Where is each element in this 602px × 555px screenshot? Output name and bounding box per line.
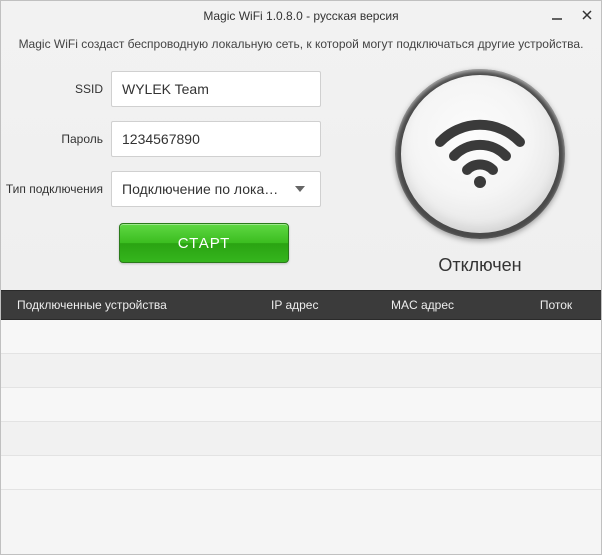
connection-label: Тип подключения (1, 182, 111, 196)
minimize-button[interactable] (551, 8, 563, 24)
ssid-input[interactable]: WYLEK Team (111, 71, 321, 107)
table-row (1, 354, 601, 388)
table-row (1, 422, 601, 456)
col-devices: Подключенные устройства (1, 298, 271, 312)
connection-value: Подключение по локал... (122, 181, 290, 197)
password-row: Пароль 1234567890 (1, 121, 367, 157)
window-controls (551, 1, 593, 31)
connection-row: Тип подключения Подключение по локал... (1, 171, 367, 207)
start-button[interactable]: СТАРТ (119, 223, 289, 263)
window-title: Magic WiFi 1.0.8.0 - русская версия (1, 9, 601, 23)
form-column: SSID WYLEK Team Пароль 1234567890 Тип по… (1, 65, 367, 263)
password-label: Пароль (1, 132, 111, 146)
col-stream: Поток (511, 298, 601, 312)
col-ip: IP адрес (271, 298, 391, 312)
ssid-label: SSID (1, 82, 111, 96)
app-description: Magic WiFi создаст беспроводную локальну… (1, 31, 601, 65)
status-text: Отключен (438, 255, 521, 276)
connection-select[interactable]: Подключение по локал... (111, 171, 321, 207)
start-label: СТАРТ (178, 235, 231, 252)
devices-table: Подключенные устройства IP адрес MAC адр… (1, 290, 601, 554)
titlebar: Magic WiFi 1.0.8.0 - русская версия (1, 1, 601, 31)
table-body (1, 320, 601, 554)
chevron-down-icon (290, 172, 310, 206)
wifi-status-circle (395, 69, 565, 239)
table-row (1, 388, 601, 422)
col-mac: MAC адрес (391, 298, 511, 312)
ssid-value: WYLEK Team (122, 81, 209, 97)
password-value: 1234567890 (122, 131, 200, 147)
status-column: Отключен (375, 65, 585, 276)
password-input[interactable]: 1234567890 (111, 121, 321, 157)
app-window: Magic WiFi 1.0.8.0 - русская версия Magi… (0, 0, 602, 555)
main-area: SSID WYLEK Team Пароль 1234567890 Тип по… (1, 65, 601, 280)
table-row (1, 456, 601, 490)
table-row (1, 320, 601, 354)
table-header: Подключенные устройства IP адрес MAC адр… (1, 290, 601, 320)
close-button[interactable] (581, 8, 593, 24)
wifi-icon (430, 112, 530, 197)
ssid-row: SSID WYLEK Team (1, 71, 367, 107)
